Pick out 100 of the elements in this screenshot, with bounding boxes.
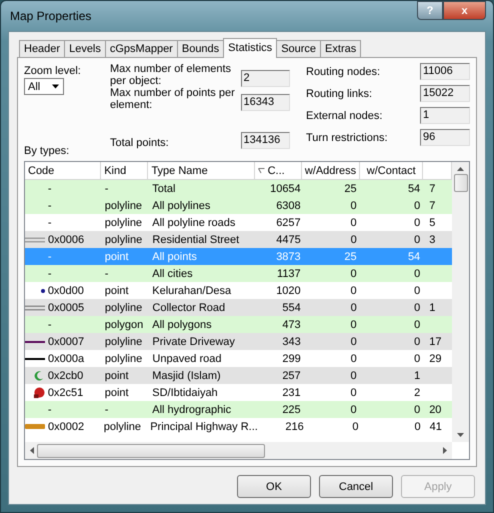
table-cell-text: - [104, 268, 110, 280]
tab[interactable]: Header [19, 40, 66, 57]
table-cell: 7 [429, 182, 436, 194]
table-cell-text: 25 [343, 250, 358, 262]
table-cell-text: 0 [413, 302, 422, 314]
tab[interactable]: Statistics [223, 38, 278, 58]
table-row[interactable]: - - Total 10654 25 54 7 [25, 180, 452, 197]
zoom-level-dropdown[interactable]: All [24, 78, 64, 95]
table-cell-text: point [104, 250, 130, 262]
table-cell-text: 1020 [275, 284, 302, 296]
table-cell-text: 0 [413, 216, 422, 228]
table-cell-text: 0 [413, 318, 422, 330]
sort-icon [258, 168, 265, 174]
table-cell-text: 0 [350, 268, 358, 280]
table-cell-text: - [46, 268, 52, 280]
table-row[interactable]: - - All hydrographic 225 0 0 20 [25, 401, 452, 418]
table-cell: 3 [429, 234, 436, 246]
table-cell-text: 25 [343, 182, 358, 194]
stat-label: Turn restrictions: [306, 132, 389, 144]
table-row[interactable]: 0x0007 polyline Private Driveway 343 0 0 17 [25, 333, 452, 350]
table-cell-text: All polygons [151, 318, 213, 330]
table-cell-text: polyline [104, 216, 144, 228]
stat-label: Total points: [110, 137, 170, 149]
table-cell-text: 0 [413, 234, 422, 246]
table-cell-text: - [104, 404, 110, 416]
table-cell-text: 0x0006 [47, 234, 86, 246]
table-cell-text: 0x0002 [47, 420, 86, 432]
table-cell-text: All polylines [151, 200, 212, 212]
column-header[interactable]: C... [254, 162, 302, 179]
table-cell-text: 0 [414, 420, 422, 432]
table-cell-text: All hydrographic [151, 404, 232, 416]
table-cell-text: 225 [281, 404, 302, 416]
tab[interactable]: Source [276, 40, 322, 57]
tab[interactable]: Extras [320, 40, 362, 57]
column-header[interactable]: Code [25, 162, 102, 179]
scroll-left-icon[interactable] [30, 447, 34, 454]
caret-icon [51, 84, 60, 89]
table-cell-text: 54 [406, 250, 422, 262]
table-cell-text: - [46, 250, 52, 262]
table-cell-text: polyline [102, 420, 142, 432]
table-cell-text: 0 [350, 352, 358, 364]
stat-field: 15022 [420, 85, 470, 102]
table-cell-text: 299 [281, 352, 302, 364]
vertical-scrollbar[interactable] [452, 162, 469, 442]
table-cell-text: point [104, 284, 130, 296]
horizontal-scrollbar[interactable] [25, 442, 452, 459]
table-cell-text: All polyline roads [151, 216, 236, 228]
table-cell-text: Unpaved road [151, 352, 222, 364]
scroll-thumb[interactable] [454, 174, 468, 192]
zoom-level-label: Zoom level: [24, 65, 82, 77]
table-cell-text: 4475 [275, 234, 302, 246]
scroll-up-icon[interactable] [457, 167, 464, 171]
scroll-down-icon[interactable] [457, 433, 464, 437]
table-row[interactable]: 0x0006 polyline Residential Street 4475 0 0 3 [25, 231, 452, 248]
stat-field: 16343 [240, 94, 290, 111]
table-row[interactable]: 0x0005 polyline Collector Road 554 0 0 1 [25, 299, 452, 316]
table-cell-text: 0 [413, 200, 422, 212]
scroll-thumb[interactable] [37, 444, 265, 458]
table-cell-text: 0 [350, 284, 358, 296]
table-cell-text: 473 [281, 318, 302, 330]
table-cell-text: All cities [151, 268, 194, 280]
dialog-button[interactable]: OK [237, 475, 311, 498]
by-types-label: By types: [24, 145, 70, 157]
tab[interactable]: Bounds [176, 40, 224, 57]
table-cell-text: 10654 [269, 182, 302, 194]
table-cell-text: Total [151, 182, 176, 194]
table-row[interactable]: - polygon All polygons 473 0 0 [25, 316, 452, 333]
table-cell-text: 0x000a [47, 352, 86, 364]
table-cell-text: 6308 [275, 200, 302, 212]
table-cell-text: polyline [104, 336, 144, 348]
stat-field: 11006 [420, 63, 470, 80]
table-cell-text: 343 [281, 336, 302, 348]
column-header[interactable]: Kind [101, 162, 148, 179]
column-header[interactable]: w/Contact [360, 162, 424, 179]
table-cell: 7 [429, 200, 436, 212]
tab[interactable]: cGpsMapper [104, 40, 178, 57]
table-cell-text: 0 [413, 336, 422, 348]
stat-label: Max number of elements per object: [110, 63, 232, 87]
tab[interactable]: Levels [64, 40, 106, 57]
table-cell-text: point [104, 386, 130, 398]
table-cell-text: 0x2cb0 [46, 370, 84, 382]
table-cell-text: SD/Ibtidaiyah [151, 386, 219, 398]
table-row[interactable]: 0x2cb0 point Masjid (Islam) 257 0 1 [25, 367, 452, 384]
table-cell-text: 0 [350, 404, 358, 416]
table-cell-text: - [46, 318, 52, 330]
table-cell-text: 0 [413, 404, 422, 416]
table-cell: 1 [429, 302, 436, 314]
column-header[interactable]: w/Address [302, 162, 360, 179]
stat-field: 96 [420, 129, 470, 146]
table-cell-text: - [46, 200, 52, 212]
table-cell-text: 0 [350, 370, 358, 382]
scroll-right-icon[interactable] [443, 447, 447, 454]
table-cell-text: 231 [281, 386, 302, 398]
window-title: Map Properties [9, 9, 92, 23]
column-header[interactable]: Type Name [148, 162, 255, 179]
dialog-button[interactable]: Cancel [319, 475, 393, 498]
stat-label: External nodes: [306, 110, 384, 122]
table-row[interactable]: - - All cities 1137 0 0 [25, 265, 452, 282]
table-row[interactable]: - polyline All polylines 6308 0 0 7 [25, 197, 452, 214]
table-cell-text: 54 [406, 182, 422, 194]
